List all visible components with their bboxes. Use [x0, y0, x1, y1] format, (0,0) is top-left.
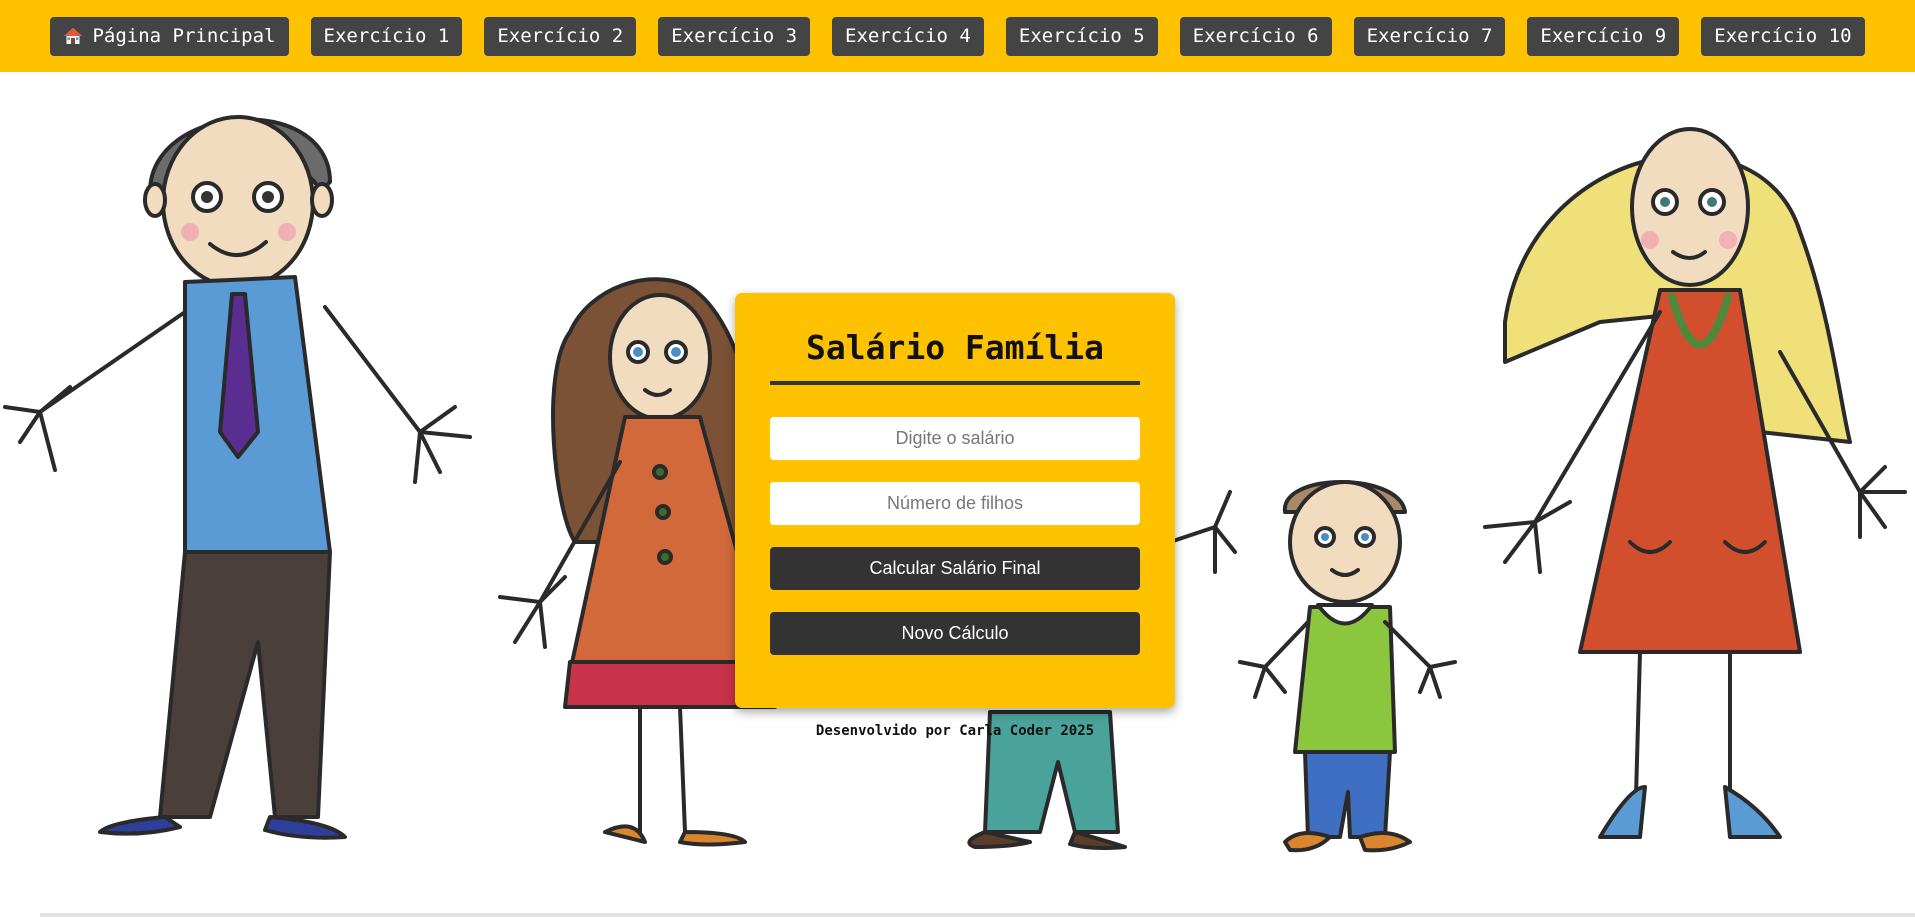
nav-exercicio-5-button[interactable]: Exercício 5	[1005, 16, 1158, 56]
page-bottom-divider	[40, 913, 1915, 917]
nav-home-label: Página Principal	[92, 25, 276, 47]
father-figure	[3, 115, 472, 840]
footer-credits: Desenvolvido por Carla Coder 2025	[815, 723, 1095, 739]
mother-figure	[1483, 127, 1907, 839]
nav-exercicio-3-button[interactable]: Exercício 3	[658, 16, 811, 56]
salario-familia-card: Salário Família Calcular Salário Final N…	[735, 293, 1175, 708]
house-icon	[64, 28, 83, 44]
nav-exercicio-10-button[interactable]: Exercício 10	[1701, 16, 1865, 56]
new-calculation-button[interactable]: Novo Cálculo	[770, 612, 1140, 655]
nav-exercicio-1-button[interactable]: Exercício 1	[310, 16, 463, 56]
children-count-input[interactable]	[770, 482, 1140, 525]
nav-home-button[interactable]: Página Principal	[50, 16, 289, 56]
girl-figure	[498, 277, 777, 847]
salary-input[interactable]	[770, 417, 1140, 460]
nav-exercicio-7-button[interactable]: Exercício 7	[1353, 16, 1506, 56]
nav-exercicio-9-button[interactable]: Exercício 9	[1527, 16, 1680, 56]
nav-exercicio-2-button[interactable]: Exercício 2	[484, 16, 637, 56]
calculate-button[interactable]: Calcular Salário Final	[770, 547, 1140, 590]
nav-exercicio-6-button[interactable]: Exercício 6	[1179, 16, 1332, 56]
nav-exercicio-4-button[interactable]: Exercício 4	[832, 16, 984, 56]
card-title: Salário Família	[770, 328, 1140, 385]
toddler-figure	[1238, 480, 1457, 853]
top-navbar: Página Principal Exercício 1 Exercício 2…	[0, 0, 1915, 72]
